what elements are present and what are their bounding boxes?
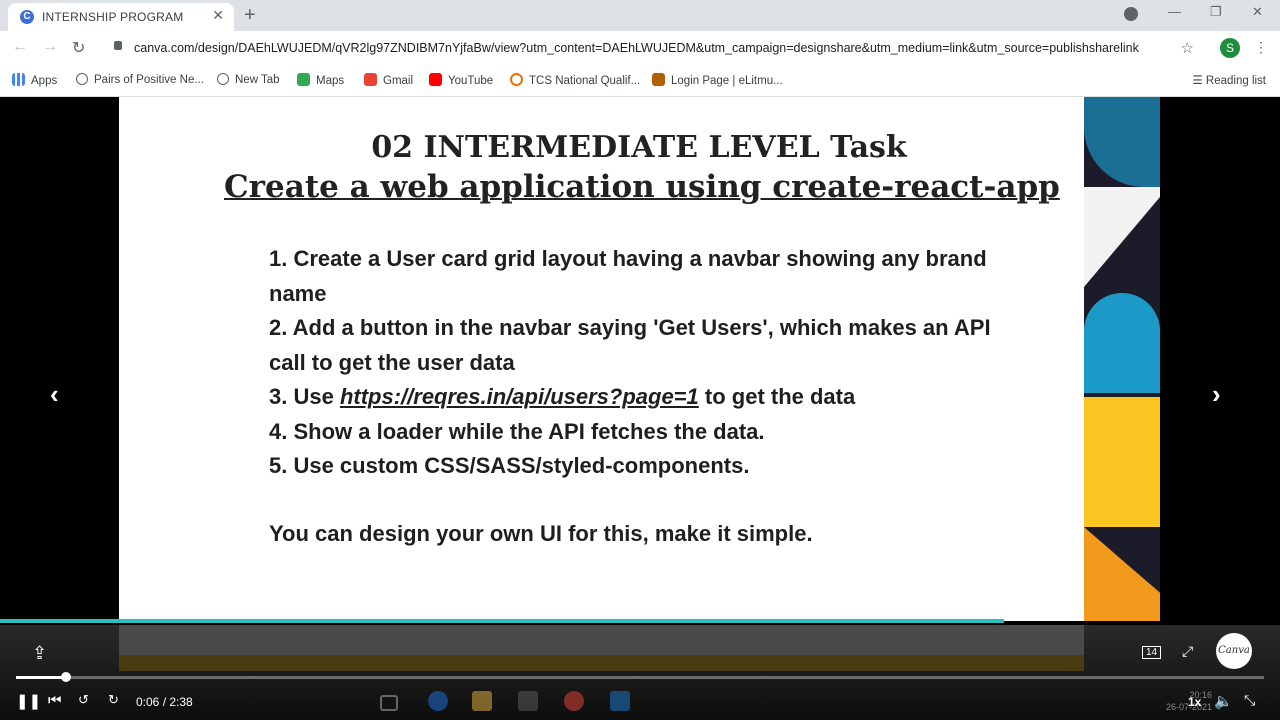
forward-icon[interactable]: → (42, 38, 58, 56)
skip-back-icon[interactable]: ⏮ (48, 692, 62, 709)
playback-speed[interactable]: 1x (1188, 695, 1201, 709)
task-item-3-suffix: to get the data (698, 384, 856, 409)
exit-fullscreen-icon[interactable]: ⤡ (1244, 692, 1255, 709)
bookmark-label: Gmail (383, 75, 414, 87)
decorative-strip (1084, 97, 1160, 621)
chrome-icon (564, 691, 584, 711)
strip-shape (1084, 397, 1160, 527)
canva-logo[interactable]: Canva (1216, 633, 1252, 669)
youtube-icon (429, 73, 442, 86)
edge-icon (428, 691, 448, 711)
more-menu-icon[interactable]: ⋮ (1254, 39, 1268, 56)
browser-toolbar: ← → ↻ canva.com/design/DAEhLWUJEDM/qVR2l… (0, 31, 1280, 66)
next-slide-icon[interactable]: › (1212, 379, 1221, 410)
strip-shape (1084, 187, 1160, 287)
maps-icon (297, 73, 310, 86)
file-explorer-icon (472, 691, 492, 711)
close-window-icon[interactable]: ✕ (1252, 4, 1263, 20)
presentation-viewer: 02 INTERMEDIATE LEVEL Task Create a web … (0, 97, 1280, 720)
reading-list-button[interactable]: ☰ Reading list (1192, 73, 1266, 87)
bookmark-maps[interactable]: Maps (297, 73, 344, 87)
bookmark-gmail[interactable]: Gmail (364, 73, 413, 87)
bookmark-elitmus[interactable]: Login Page | eLitmu... (652, 73, 783, 87)
bookmark-label: Apps (31, 75, 58, 87)
reload-icon[interactable]: ↻ (72, 38, 85, 58)
new-tab-icon[interactable]: + (244, 4, 256, 27)
player-controls: ⇪ 14 ⤢ Canva ❚❚ ⏮ ↺ ↻ 0:06 / 2:38 20:16 2… (0, 625, 1280, 720)
slide-accent-bar (0, 619, 1004, 623)
strip-shape (1084, 527, 1160, 621)
reading-list-label: Reading list (1205, 75, 1266, 87)
canva-favicon-icon: C (20, 10, 34, 24)
progress-knob[interactable] (60, 672, 71, 682)
browser-tab[interactable]: C INTERNSHIP PROGRAM ✕ (8, 3, 234, 31)
profile-avatar[interactable]: S (1220, 38, 1240, 58)
globe-icon (76, 73, 88, 85)
lock-icon (114, 41, 122, 50)
bookmark-tcs[interactable]: TCS National Qualif... (510, 73, 640, 87)
bookmark-newtab[interactable]: New Tab (217, 73, 280, 86)
slide-subtitle: Create a web application using create-re… (224, 169, 1060, 205)
task-item-3: 3. Use https://reqres.in/api/users?page=… (269, 380, 1029, 415)
tcs-icon (510, 73, 523, 86)
fullscreen-icon[interactable]: ⤢ (1182, 643, 1193, 660)
task-item-4: 4. Show a loader while the API fetches t… (269, 418, 765, 444)
slide-title: 02 INTERMEDIATE LEVEL Task (371, 130, 907, 165)
progress-bar[interactable] (16, 672, 1264, 682)
bookmark-apps[interactable]: Apps (12, 73, 57, 87)
strip-shape (1084, 97, 1160, 187)
slide: 02 INTERMEDIATE LEVEL Task Create a web … (119, 97, 1084, 621)
bookmark-label: YouTube (448, 75, 494, 87)
bookmark-label: New Tab (235, 74, 280, 86)
address-bar[interactable]: canva.com/design/DAEhLWUJEDM/qVR2lg97ZND… (104, 34, 1200, 63)
bookmarks-bar: Apps Pairs of Positive Ne... New Tab Map… (0, 66, 1280, 97)
rewind-10-icon[interactable]: ↺ (78, 692, 89, 708)
task-item-5: 5. Use custom CSS/SASS/styled-components… (269, 453, 750, 478)
pause-icon[interactable]: ❚❚ (16, 692, 41, 710)
back-icon[interactable]: ← (12, 38, 28, 56)
vscode-icon (610, 691, 630, 711)
apps-grid-icon (12, 73, 25, 86)
overlay-band (119, 625, 1084, 655)
task-item-2: 2. Add a button in the navbar saying 'Ge… (269, 315, 991, 375)
media-control-icon[interactable] (1124, 7, 1138, 21)
restore-icon[interactable]: ❐ (1210, 4, 1222, 20)
overlay-band (119, 655, 1084, 671)
forward-10-icon[interactable]: ↻ (108, 692, 119, 708)
strip-shape (1084, 293, 1160, 393)
task-item-3-prefix: 3. Use (269, 384, 340, 409)
previous-slide-icon[interactable]: ‹ (50, 379, 59, 410)
close-tab-icon[interactable]: ✕ (212, 7, 224, 24)
api-link[interactable]: https://reqres.in/api/users?page=1 (340, 384, 699, 409)
elitmus-icon (652, 73, 665, 86)
slide-note: You can design your own UI for this, mak… (269, 521, 813, 546)
minimize-icon[interactable]: — (1168, 4, 1181, 19)
reading-list-icon: ☰ (1192, 75, 1206, 87)
globe-icon (217, 73, 229, 85)
time-display: 0:06 / 2:38 (136, 695, 193, 709)
gmail-icon (364, 73, 377, 86)
bookmark-label: Pairs of Positive Ne... (94, 74, 204, 86)
volume-icon[interactable]: 🔈 (1214, 692, 1233, 710)
tab-title: INTERNSHIP PROGRAM (42, 10, 184, 24)
bookmark-pairs[interactable]: Pairs of Positive Ne... (76, 73, 204, 86)
bookmark-star-icon[interactable]: ☆ (1181, 39, 1194, 57)
bookmark-youtube[interactable]: YouTube (429, 73, 493, 87)
url-text: canva.com/design/DAEhLWUJEDM/qVR2lg97ZND… (134, 41, 1139, 55)
bookmark-label: Login Page | eLitmu... (671, 75, 783, 87)
progress-fill (16, 676, 66, 679)
page-count-badge[interactable]: 14 (1142, 646, 1162, 659)
bookmark-label: Maps (316, 75, 345, 87)
task-list: 1. Create a User card grid layout having… (269, 242, 1029, 484)
bookmark-label: TCS National Qualif... (529, 75, 641, 87)
task-item-1: 1. Create a User card grid layout having… (269, 246, 987, 306)
share-icon[interactable]: ⇪ (32, 643, 47, 664)
task-view-icon (380, 695, 398, 711)
store-icon (518, 691, 538, 711)
browser-tab-bar: C INTERNSHIP PROGRAM ✕ + — ❐ ✕ (0, 0, 1280, 31)
